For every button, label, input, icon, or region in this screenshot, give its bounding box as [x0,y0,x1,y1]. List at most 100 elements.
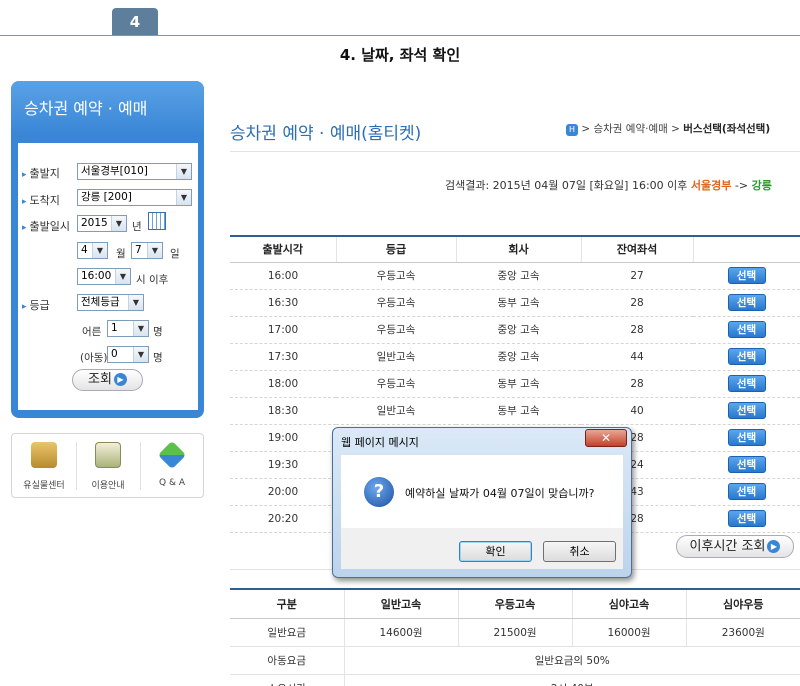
table-cell: 28 [581,370,693,398]
time-select[interactable]: 16:00 ▼ [77,268,131,285]
table-cell: 18:30 [230,397,336,425]
chevron-down-icon: ▼ [128,295,143,310]
departure-label: 출발지 [22,165,60,181]
table-cell: 19:00 [230,424,336,452]
arrival-select[interactable]: 강릉 [200] ▼ [77,189,192,206]
column-header: 회사 [455,235,581,263]
quick-link-guide[interactable]: 이용안내 [76,434,140,497]
column-header: 심야고속 [571,588,686,619]
table-cell: 44 [581,343,693,371]
later-time-button[interactable]: 이후시간 조회 ▶ [676,535,794,558]
arrow-right-icon: ▶ [113,373,127,386]
select-bus-button[interactable]: 선택 [727,510,766,527]
adult-unit: 명 [153,326,163,338]
table-cell: 28 [581,289,693,317]
table-cell: 16:00 [230,262,336,290]
quick-link-lost-and-found[interactable]: 유실물센터 [12,434,76,497]
day-unit: 일 [170,248,180,260]
adult-count-select[interactable]: 1 ▼ [107,320,149,337]
column-header: 등급 [335,235,456,263]
confirm-dialog: 웹 페이지 메시지 ✕ ? 예약하실 날짜가 04월 07일이 맞습니까? 확인… [332,427,632,578]
table-cell: 중앙 고속 [456,316,581,344]
table-row: 18:00 우등고속 동부 고속 28 선택 [230,370,800,398]
child-count-select[interactable]: 0 ▼ [107,346,149,363]
arrow-right-icon: ▶ [767,540,781,553]
breadcrumb-item[interactable]: 승차권 예약·예매 [593,123,667,135]
question-icon: ? [364,477,394,507]
chevron-down-icon: ▼ [176,164,191,179]
guide-icon [95,442,121,468]
month-unit: 월 [116,248,126,260]
ok-button[interactable]: 확인 [459,541,532,562]
table-cell: 우등고속 [336,262,456,290]
select-bus-button[interactable]: 선택 [727,348,766,365]
calendar-icon[interactable] [148,212,166,230]
column-header: 심야우등 [685,588,800,619]
table-cell: 18:00 [230,370,336,398]
column-header: 일반고속 [343,588,458,619]
table-cell: 중앙 고속 [456,262,581,290]
dialog-body: ? 예약하실 날짜가 04월 07일이 맞습니까? [341,455,623,528]
table-cell: 20:00 [230,478,336,506]
title-divider [230,151,800,152]
grade-select[interactable]: 전체등급 ▼ [77,294,144,311]
table-row: 일반요금 14600원 21500원 16000원 23600원 [230,618,800,647]
select-bus-button[interactable]: 선택 [727,483,766,500]
table-row: 아동요금 일반요금의 50% [230,646,800,675]
child-label: (아동) [80,352,108,364]
table-cell: 17:00 [230,316,336,344]
child-unit: 명 [153,352,163,364]
search-panel-title: 승차권 예약 · 예매 [24,99,148,118]
adult-label: 어른 [82,326,102,338]
table-cell: 일반고속 [336,397,456,425]
select-bus-button[interactable]: 선택 [727,402,766,419]
select-bus-button[interactable]: 선택 [727,429,766,446]
departure-select[interactable]: 서울경부[010] ▼ [77,163,192,180]
select-bus-button[interactable]: 선택 [727,267,766,284]
dialog-message: 예약하실 날짜가 04월 07일이 맞습니까? [405,487,595,500]
chevron-down-icon: ▼ [176,190,191,205]
table-cell: 27 [581,262,693,290]
close-icon[interactable]: ✕ [585,429,627,447]
chevron-down-icon: ▼ [115,269,130,284]
table-row: 18:30 일반고속 동부 고속 40 선택 [230,397,800,425]
home-icon[interactable]: H [566,124,578,136]
table-cell: 20:20 [230,505,336,533]
lookup-button[interactable]: 조회 ▶ [72,369,143,391]
chevron-down-icon: ▼ [133,347,148,362]
table-cell: 우등고속 [336,289,456,317]
table-cell: 우등고속 [336,370,456,398]
select-bus-button[interactable]: 선택 [727,294,766,311]
table-row: 16:00 우등고속 중앙 고속 27 선택 [230,262,800,290]
cancel-button[interactable]: 취소 [543,541,616,562]
table-cell: 19:30 [230,451,336,479]
table-cell: 40 [581,397,693,425]
table-cell: 28 [581,316,693,344]
quick-link-qna[interactable]: Q & A [140,434,204,497]
year-unit: 년 [132,221,142,233]
select-bus-button[interactable]: 선택 [727,321,766,338]
table-cell: 일반고속 [336,343,456,371]
table-cell: 동부 고속 [456,397,581,425]
column-header: 출발시각 [230,235,336,263]
table-cell: 16:30 [230,289,336,317]
month-select[interactable]: 4 ▼ [77,242,108,259]
time-unit: 시 이후 [136,274,169,286]
lost-and-found-icon [31,442,57,468]
table-row: 소요시간 2시 40분 [230,674,800,686]
table-cell: 동부 고속 [456,289,581,317]
select-bus-button[interactable]: 선택 [727,375,766,392]
chevron-down-icon: ▼ [92,243,107,258]
arrival-label: 도착지 [22,192,60,208]
breadcrumb-current: 버스선택(좌석선택) [683,123,771,135]
column-header: 잔여좌석 [580,235,693,263]
table-cell: 동부 고속 [456,370,581,398]
date-label: 출발일시 [22,218,70,234]
step-number-tab: 4 [112,8,158,36]
day-select[interactable]: 7 ▼ [131,242,163,259]
select-bus-button[interactable]: 선택 [727,456,766,473]
chevron-down-icon: ▼ [133,321,148,336]
breadcrumb: H > 승차권 예약·예매 > 버스선택(좌석선택) [566,121,770,136]
year-select[interactable]: 2015 ▼ [77,215,127,232]
table-cell: 중앙 고속 [456,343,581,371]
